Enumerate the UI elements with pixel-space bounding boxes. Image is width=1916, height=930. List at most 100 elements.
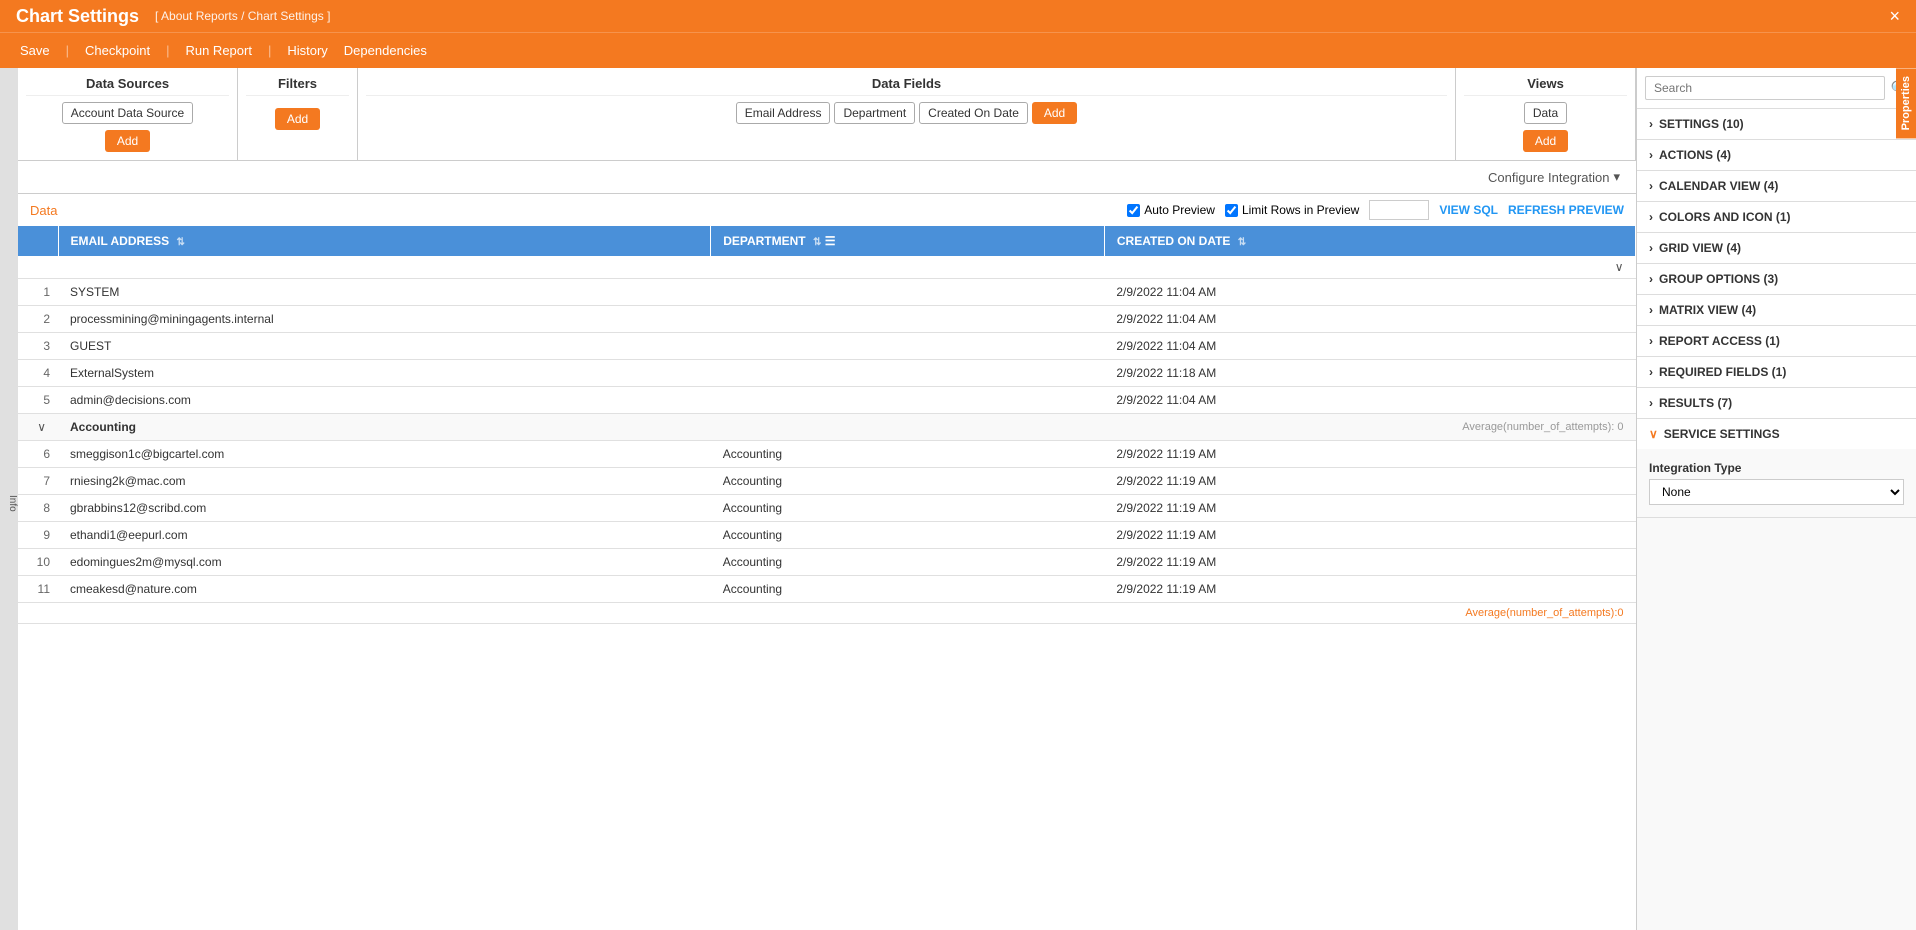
accordion-item-4: › GRID VIEW (4) [1637,233,1916,264]
accordion-label-6: MATRIX VIEW (4) [1659,303,1756,317]
views-add-button[interactable]: Add [1523,130,1568,152]
row-date: 2/9/2022 11:04 AM [1104,387,1635,414]
chevron-right-icon-4: › [1649,241,1653,255]
accordion-header-4[interactable]: › GRID VIEW (4) [1637,233,1916,263]
accordion-header-0[interactable]: › SETTINGS (10) [1637,109,1916,139]
col-dept-header: DEPARTMENT ⇅ ☰ [711,226,1105,256]
auto-preview-checkbox[interactable] [1127,204,1140,217]
accordion-header-2[interactable]: › CALENDAR VIEW (4) [1637,171,1916,201]
table-row: 11 cmeakesd@nature.com Accounting 2/9/20… [18,576,1636,603]
col-num-header [18,226,58,256]
breadcrumb: [ About Reports / Chart Settings ] [155,9,330,23]
group-label: Accounting [58,414,1104,441]
row-date: 2/9/2022 11:04 AM [1104,333,1635,360]
account-data-source-tag[interactable]: Account Data Source [62,102,193,124]
email-address-tag[interactable]: Email Address [736,102,831,124]
service-settings-header[interactable]: ∨ SERVICE SETTINGS [1637,419,1916,449]
accordion-label-0: SETTINGS (10) [1659,117,1744,131]
table-row: 8 gbrabbins12@scribd.com Accounting 2/9/… [18,495,1636,522]
integration-bar: Configure Integration ▾ [18,161,1636,194]
chevron-right-icon-3: › [1649,210,1653,224]
table-header-row: EMAIL ADDRESS ⇅ DEPARTMENT ⇅ ☰ CREATED O… [18,226,1636,256]
group-expand-icon[interactable]: ∨ [18,414,58,441]
accordion-item-6: › MATRIX VIEW (4) [1637,295,1916,326]
row-num: 11 [18,576,58,603]
group-avg-row: Average(number_of_attempts):0 [18,603,1636,624]
data-sources-section: Data Sources Account Data Source Add [18,68,238,160]
view-sql-button[interactable]: VIEW SQL [1439,203,1498,217]
checkpoint-button[interactable]: Checkpoint [81,41,154,60]
search-input[interactable] [1645,76,1885,100]
chevron-right-icon-0: › [1649,117,1653,131]
accordion-header-6[interactable]: › MATRIX VIEW (4) [1637,295,1916,325]
row-email: gbrabbins12@scribd.com [58,495,711,522]
data-sources-add-button[interactable]: Add [105,130,150,152]
history-button[interactable]: History [283,41,331,60]
accordion-header-8[interactable]: › REQUIRED FIELDS (1) [1637,357,1916,387]
row-dept: Accounting [711,495,1105,522]
accordion-header-5[interactable]: › GROUP OPTIONS (3) [1637,264,1916,294]
save-button[interactable]: Save [16,41,54,60]
row-date: 2/9/2022 11:04 AM [1104,279,1635,306]
accordion-label-5: GROUP OPTIONS (3) [1659,272,1778,286]
accordion-header-9[interactable]: › RESULTS (7) [1637,388,1916,418]
row-num: 7 [18,468,58,495]
dept-filter-icon[interactable]: ☰ [825,234,836,248]
refresh-preview-button[interactable]: REFRESH PREVIEW [1508,203,1624,217]
table-row: 7 rniesing2k@mac.com Accounting 2/9/2022… [18,468,1636,495]
row-email: cmeakesd@nature.com [58,576,711,603]
row-dept [711,360,1105,387]
run-report-button[interactable]: Run Report [181,41,255,60]
created-on-date-tag[interactable]: Created On Date [919,102,1028,124]
service-settings-label: SERVICE SETTINGS [1664,427,1780,441]
configure-integration-button[interactable]: Configure Integration ▾ [1488,169,1620,185]
row-email: ethandi1@eepurl.com [58,522,711,549]
accordion-header-7[interactable]: › REPORT ACCESS (1) [1637,326,1916,356]
accordion-item-0: › SETTINGS (10) [1637,109,1916,140]
email-sort-icon[interactable]: ⇅ [177,237,185,248]
filters-add-button[interactable]: Add [275,108,320,130]
chevron-right-icon-1: › [1649,148,1653,162]
filters-header: Filters [246,76,349,96]
row-date: 2/9/2022 11:19 AM [1104,522,1635,549]
main-container: Info ⚙ 👥 🔧 Data Sources Account Data Sou… [0,68,1916,930]
views-header: Views [1464,76,1627,96]
row-email: processmining@miningagents.internal [58,306,711,333]
department-tag[interactable]: Department [834,102,915,124]
accordion-item-8: › REQUIRED FIELDS (1) [1637,357,1916,388]
accordion-header-1[interactable]: › ACTIONS (4) [1637,140,1916,170]
expand-icon[interactable]: ∨ [1615,260,1624,274]
limit-rows-input[interactable]: 50 [1369,200,1429,220]
accordion-item-9: › RESULTS (7) [1637,388,1916,419]
chevron-right-icon-8: › [1649,365,1653,379]
close-icon[interactable]: × [1889,6,1900,27]
row-email: rniesing2k@mac.com [58,468,711,495]
config-bar: Data Sources Account Data Source Add Fil… [18,68,1636,161]
row-num: 3 [18,333,58,360]
filters-section: Filters Add [238,68,358,160]
limit-rows-label: Limit Rows in Preview [1225,203,1359,217]
row-email: smeggison1c@bigcartel.com [58,441,711,468]
dependencies-button[interactable]: Dependencies [340,41,431,60]
data-table: EMAIL ADDRESS ⇅ DEPARTMENT ⇅ ☰ CREATED O… [18,226,1636,624]
accordion-header-3[interactable]: › COLORS AND ICON (1) [1637,202,1916,232]
row-date: 2/9/2022 11:04 AM [1104,306,1635,333]
row-dept: Accounting [711,441,1105,468]
data-fields-add-button[interactable]: Add [1032,102,1077,124]
integration-type-label: Integration Type [1649,461,1904,475]
data-view-tag[interactable]: Data [1524,102,1567,124]
row-num: 4 [18,360,58,387]
dept-sort-icon[interactable]: ⇅ [813,237,821,248]
date-sort-icon[interactable]: ⇅ [1238,237,1246,248]
integration-type-select[interactable]: None [1649,479,1904,505]
right-panel: Properties 🔍 › SETTINGS (10) › ACTIONS (… [1636,68,1916,930]
row-dept [711,279,1105,306]
limit-rows-checkbox[interactable] [1225,204,1238,217]
accordion-item-2: › CALENDAR VIEW (4) [1637,171,1916,202]
row-email: SYSTEM [58,279,711,306]
row-dept: Accounting [711,549,1105,576]
data-table-container[interactable]: EMAIL ADDRESS ⇅ DEPARTMENT ⇅ ☰ CREATED O… [18,226,1636,930]
accordion-label-2: CALENDAR VIEW (4) [1659,179,1778,193]
content-area: Data Sources Account Data Source Add Fil… [18,68,1636,930]
row-dept: Accounting [711,522,1105,549]
